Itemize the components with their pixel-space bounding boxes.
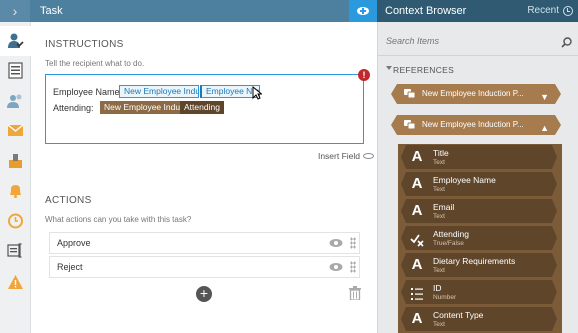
insert-field-link[interactable]: Insert Field (318, 151, 360, 161)
task-panel: INSTRUCTIONS Tell the recipient what to … (31, 22, 377, 333)
instructions-hint: Tell the recipient what to do. (45, 59, 145, 68)
field-name: ID (433, 283, 442, 293)
timer-icon (8, 213, 23, 229)
field-item-dietary-requirements[interactable]: A Dietary Requirements Text (401, 253, 557, 277)
workflow-task-editor: › Task Context Browser Recent INSTRUCTIO… (0, 0, 578, 333)
add-action-button[interactable]: + (196, 286, 212, 302)
chevron-right-icon[interactable]: › (0, 0, 30, 22)
link-toggle-icon (357, 7, 369, 15)
text-field-icon: A (411, 148, 423, 165)
field-token-reference[interactable]: New Employee Indu (100, 101, 180, 114)
context-browser-title: Context Browser (385, 5, 467, 17)
left-icon-rail (0, 22, 31, 333)
trash-icon[interactable] (349, 286, 361, 300)
reference-item-expanded[interactable]: New Employee Induction P... ▲ (391, 115, 561, 135)
reference-field-list: A Title Text A Employee Name Text A Emai… (398, 144, 562, 333)
task-title: Task (40, 5, 63, 17)
link-toggle-button[interactable] (349, 0, 377, 22)
field-type: Text (433, 321, 445, 328)
field-item-id[interactable]: ID Number (401, 280, 557, 304)
instruction-label-employee-name: Employee Name: (53, 87, 123, 97)
bell-icon (10, 185, 21, 198)
reference-label: New Employee Induction P... (422, 120, 524, 129)
field-type: True/False (433, 240, 464, 247)
drag-handle-icon[interactable] (350, 261, 356, 273)
drag-handle-icon[interactable] (350, 237, 356, 249)
context-browser-header: Context Browser Recent (377, 0, 578, 22)
field-type: Number (433, 294, 457, 301)
number-field-icon (410, 285, 424, 303)
text-field-icon: A (411, 310, 423, 327)
task-icon (8, 33, 24, 48)
field-type: Text (433, 159, 445, 166)
instructions-title: INSTRUCTIONS (45, 39, 124, 50)
reference-icon (404, 89, 415, 99)
rail-item-text[interactable] (0, 236, 31, 266)
warning-icon (8, 275, 23, 289)
error-icon[interactable]: ! (358, 69, 370, 81)
actions-title: ACTIONS (45, 195, 92, 206)
references-collapse-icon[interactable] (386, 66, 392, 70)
action-label[interactable]: Reject (57, 257, 83, 277)
field-name: Dietary Requirements (433, 256, 516, 266)
field-type: Text (433, 213, 445, 220)
rail-item-warning[interactable] (0, 268, 31, 298)
search-box (378, 30, 578, 56)
recent-link[interactable]: Recent (527, 0, 559, 22)
instruction-label-attending: Attending: (53, 103, 94, 113)
search-input[interactable] (386, 36, 546, 46)
field-item-email[interactable]: A Email Text (401, 199, 557, 223)
field-name: Email (433, 202, 455, 212)
actions-hint: What actions can you take with this task… (45, 215, 192, 224)
clock-icon[interactable] (563, 6, 573, 16)
search-icon[interactable] (561, 37, 572, 48)
text-field-icon: A (411, 202, 423, 219)
field-item-attending[interactable]: Attending True/False (401, 226, 557, 250)
field-name: Employee Name (433, 175, 496, 185)
context-browser-panel: REFERENCES New Employee Induction P... ▼… (377, 22, 578, 333)
field-name: Content Type (433, 310, 484, 320)
action-row-reject[interactable]: Reject (49, 256, 360, 278)
field-item-content-type[interactable]: A Content Type Text (401, 307, 557, 331)
rail-item-timer[interactable] (0, 206, 31, 236)
field-name: Attending (433, 229, 469, 239)
email-icon (7, 124, 24, 136)
references-title[interactable]: REFERENCES (393, 65, 454, 75)
field-token-employee-name[interactable]: Employee Nam (200, 85, 260, 98)
eye-icon[interactable] (329, 262, 343, 272)
rail-item-users[interactable] (0, 86, 31, 116)
action-label[interactable]: Approve (57, 233, 91, 253)
top-header: › Task Context Browser Recent (0, 0, 578, 22)
reference-item-collapsed[interactable]: New Employee Induction P... ▼ (391, 84, 561, 104)
text-field-icon: A (411, 256, 423, 273)
rail-item-task[interactable] (0, 26, 31, 56)
approve-icon (9, 154, 22, 168)
field-item-employee-name[interactable]: A Employee Name Text (401, 172, 557, 196)
text-field-icon: A (411, 175, 423, 192)
field-token-reference[interactable]: New Employee Indu (119, 85, 199, 98)
rail-item-alert[interactable] (0, 176, 31, 206)
boolean-field-icon (410, 231, 424, 249)
rail-item-approve[interactable] (0, 146, 31, 176)
field-type: Text (433, 267, 445, 274)
field-token-attending[interactable]: Attending (180, 101, 224, 114)
mouse-pointer-icon (252, 86, 262, 100)
text-cursor-icon (7, 243, 22, 258)
chevron-up-icon[interactable]: ▲ (540, 118, 549, 138)
rail-item-form[interactable] (0, 56, 31, 86)
field-item-title[interactable]: A Title Text (401, 145, 557, 169)
eye-icon[interactable] (363, 153, 374, 159)
field-type: Text (433, 186, 445, 193)
chevron-down-icon[interactable]: ▼ (540, 87, 549, 107)
field-name: Title (433, 148, 449, 158)
instructions-editor[interactable]: ! Employee Name: New Employee Indu Emplo… (45, 69, 370, 144)
reference-icon (404, 120, 415, 130)
action-row-approve[interactable]: Approve (49, 232, 360, 254)
rail-item-email[interactable] (0, 116, 31, 146)
reference-label: New Employee Induction P... (422, 89, 524, 98)
users-icon (7, 94, 22, 108)
form-icon (8, 62, 23, 79)
eye-icon[interactable] (329, 238, 343, 248)
